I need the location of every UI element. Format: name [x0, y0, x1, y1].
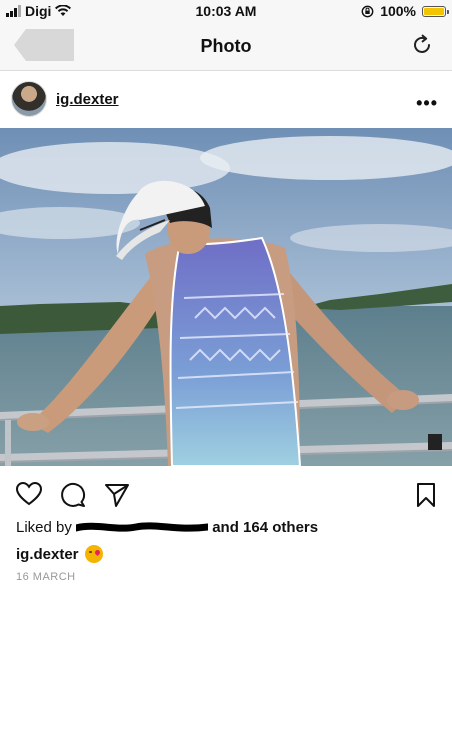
caption-username[interactable]: ig.dexter [16, 546, 79, 563]
caption-row: ig.dexter [16, 545, 103, 563]
post-photo[interactable] [0, 128, 452, 466]
battery-fill [424, 7, 444, 15]
post-photo-image [0, 128, 452, 466]
page-title: Photo [200, 36, 252, 56]
username-link[interactable]: ig.dexter [56, 91, 119, 108]
heart-icon[interactable] [15, 481, 43, 507]
kissing-face-emoji-icon [84, 545, 103, 563]
bookmark-icon[interactable] [415, 481, 437, 509]
likes-row[interactable]: Liked by and 164 others [16, 519, 318, 536]
comment-icon[interactable] [59, 481, 87, 509]
nav-bar: Photo [0, 22, 452, 71]
status-bar: Digi 10:03 AM 100% [0, 0, 452, 22]
battery-icon [422, 5, 449, 17]
post-header: ig.dexter ••• [0, 71, 452, 127]
share-icon[interactable] [103, 481, 131, 509]
more-options-icon[interactable]: ••• [416, 93, 438, 114]
orientation-lock-icon [361, 5, 374, 17]
action-bar [0, 478, 452, 512]
post-date: 16 MARCH [16, 571, 76, 583]
avatar[interactable] [11, 81, 47, 117]
redacted-usernames [72, 521, 212, 535]
refresh-icon[interactable] [410, 33, 434, 57]
likes-suffix: and 164 others [212, 519, 319, 536]
battery-percent: 100% [380, 3, 416, 19]
likes-prefix: Liked by [16, 519, 72, 536]
status-right: 100% [361, 3, 449, 19]
